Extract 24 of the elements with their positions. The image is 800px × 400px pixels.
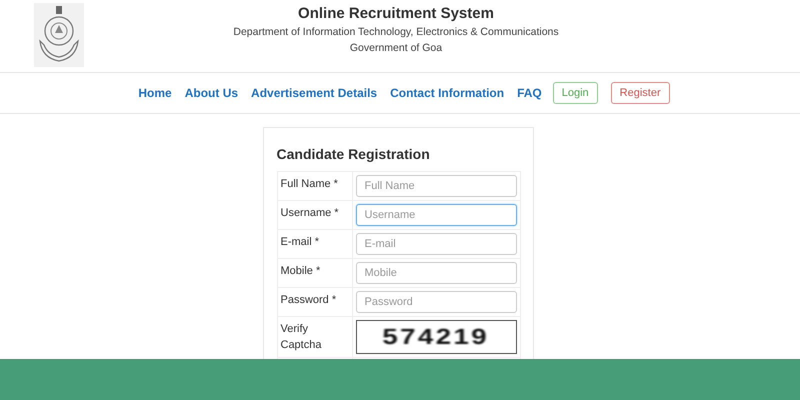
- input-field[interactable]: Full Name: [356, 175, 516, 197]
- field-label: Username *: [280, 207, 339, 219]
- field-label: Verify Captcha: [280, 323, 322, 351]
- nav-link[interactable]: About Us: [184, 86, 238, 100]
- form-title: Candidate Registration: [276, 146, 431, 162]
- emblem-logo: [34, 3, 84, 67]
- field-label: Full Name *: [280, 178, 338, 190]
- input-field[interactable]: Username: [356, 204, 516, 226]
- nav-link[interactable]: Advertisement Details: [251, 86, 378, 100]
- site-title: Online Recruitment System: [297, 5, 495, 22]
- register-button[interactable]: Register: [610, 82, 670, 104]
- nav-link[interactable]: Contact Information: [390, 86, 504, 100]
- government-name: Government of Goa: [348, 42, 444, 54]
- captcha-image: 574219: [356, 320, 516, 354]
- input-field[interactable]: Password: [356, 291, 516, 313]
- field-label: E-mail *: [280, 236, 320, 248]
- nav-link[interactable]: FAQ: [517, 86, 542, 100]
- nav-link[interactable]: Home: [138, 86, 172, 100]
- input-field[interactable]: E-mail: [356, 233, 516, 255]
- field-label: Password *: [280, 294, 336, 306]
- department-name: Department of Information Technology, Electronics & Communications: [233, 26, 559, 38]
- login-button[interactable]: Login: [552, 82, 598, 104]
- field-label: Mobile *: [280, 265, 320, 277]
- input-field[interactable]: Mobile: [356, 262, 516, 284]
